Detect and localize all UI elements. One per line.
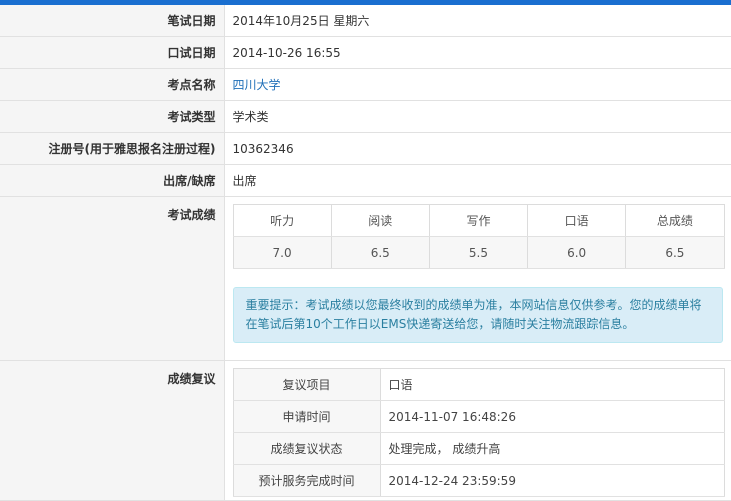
- recheck-status-label: 成绩复议状态: [232, 432, 381, 465]
- row-recheck: 成绩复议 复议项目 口语 申请时间 2014-11-07 16:48:26 成绩…: [0, 360, 731, 501]
- scores-table: 听力 阅读 写作 口语 总成绩 7.0 6.5 5.5 6.0 6.5: [232, 204, 725, 269]
- score-overall: 6.5: [625, 236, 725, 269]
- oral-date-label: 口试日期: [0, 36, 225, 69]
- attendance-value: 出席: [224, 164, 731, 197]
- venue-link[interactable]: 四川大学: [233, 78, 281, 92]
- written-date-label: 笔试日期: [0, 5, 225, 37]
- score-header-listening: 听力: [232, 204, 332, 237]
- recheck-table: 复议项目 口语 申请时间 2014-11-07 16:48:26 成绩复议状态 …: [232, 368, 725, 497]
- recheck-row: 复议项目 口语: [232, 368, 725, 401]
- recheck-row: 预计服务完成时间 2014-12-24 23:59:59: [232, 464, 725, 497]
- exam-type-value: 学术类: [224, 100, 731, 133]
- scores-header-row: 听力 阅读 写作 口语 总成绩: [232, 204, 725, 237]
- score-header-overall: 总成绩: [625, 204, 725, 237]
- exam-info-table: 笔试日期 2014年10月25日 星期六 口试日期 2014-10-26 16:…: [0, 5, 731, 501]
- row-registration: 注册号(用于雅思报名注册过程) 10362346: [0, 132, 731, 165]
- score-notice: 重要提示：考试成绩以您最终收到的成绩单为准，本网站信息仅供参考。您的成绩单将在笔…: [232, 287, 723, 343]
- score-header-speaking: 口语: [527, 204, 627, 237]
- row-attendance: 出席/缺席 出席: [0, 164, 731, 197]
- score-header-writing: 写作: [428, 204, 529, 237]
- registration-value: 10362346: [224, 132, 731, 165]
- row-scores: 考试成绩 听力 阅读 写作 口语 总成绩 7.0 6.5 5.5 6.0 6.5: [0, 196, 731, 361]
- recheck-apply-time-value: 2014-11-07 16:48:26: [379, 400, 725, 433]
- recheck-row: 成绩复议状态 处理完成， 成绩升高: [232, 432, 725, 465]
- written-date-value: 2014年10月25日 星期六: [224, 5, 731, 37]
- score-reading: 6.5: [330, 236, 430, 269]
- recheck-row: 申请时间 2014-11-07 16:48:26: [232, 400, 725, 433]
- recheck-status-value: 处理完成， 成绩升高: [379, 432, 725, 465]
- row-written-date: 笔试日期 2014年10月25日 星期六: [0, 5, 731, 37]
- score-speaking: 6.0: [527, 236, 627, 269]
- row-exam-type: 考试类型 学术类: [0, 100, 731, 133]
- exam-type-label: 考试类型: [0, 100, 225, 133]
- recheck-item-value: 口语: [379, 368, 725, 401]
- scores-label: 考试成绩: [0, 196, 225, 361]
- scores-value-row: 7.0 6.5 5.5 6.0 6.5: [232, 236, 725, 269]
- row-venue: 考点名称 四川大学: [0, 68, 731, 101]
- row-oral-date: 口试日期 2014-10-26 16:55: [0, 36, 731, 69]
- score-writing: 5.5: [428, 236, 529, 269]
- attendance-label: 出席/缺席: [0, 164, 225, 197]
- recheck-label: 成绩复议: [0, 360, 225, 501]
- score-listening: 7.0: [232, 236, 332, 269]
- recheck-apply-time-label: 申请时间: [232, 400, 381, 433]
- registration-label: 注册号(用于雅思报名注册过程): [0, 132, 225, 165]
- venue-label: 考点名称: [0, 68, 225, 101]
- oral-date-value: 2014-10-26 16:55: [224, 36, 731, 69]
- recheck-item-label: 复议项目: [232, 368, 381, 401]
- score-header-reading: 阅读: [330, 204, 430, 237]
- recheck-eta-value: 2014-12-24 23:59:59: [379, 464, 725, 497]
- recheck-eta-label: 预计服务完成时间: [232, 464, 381, 497]
